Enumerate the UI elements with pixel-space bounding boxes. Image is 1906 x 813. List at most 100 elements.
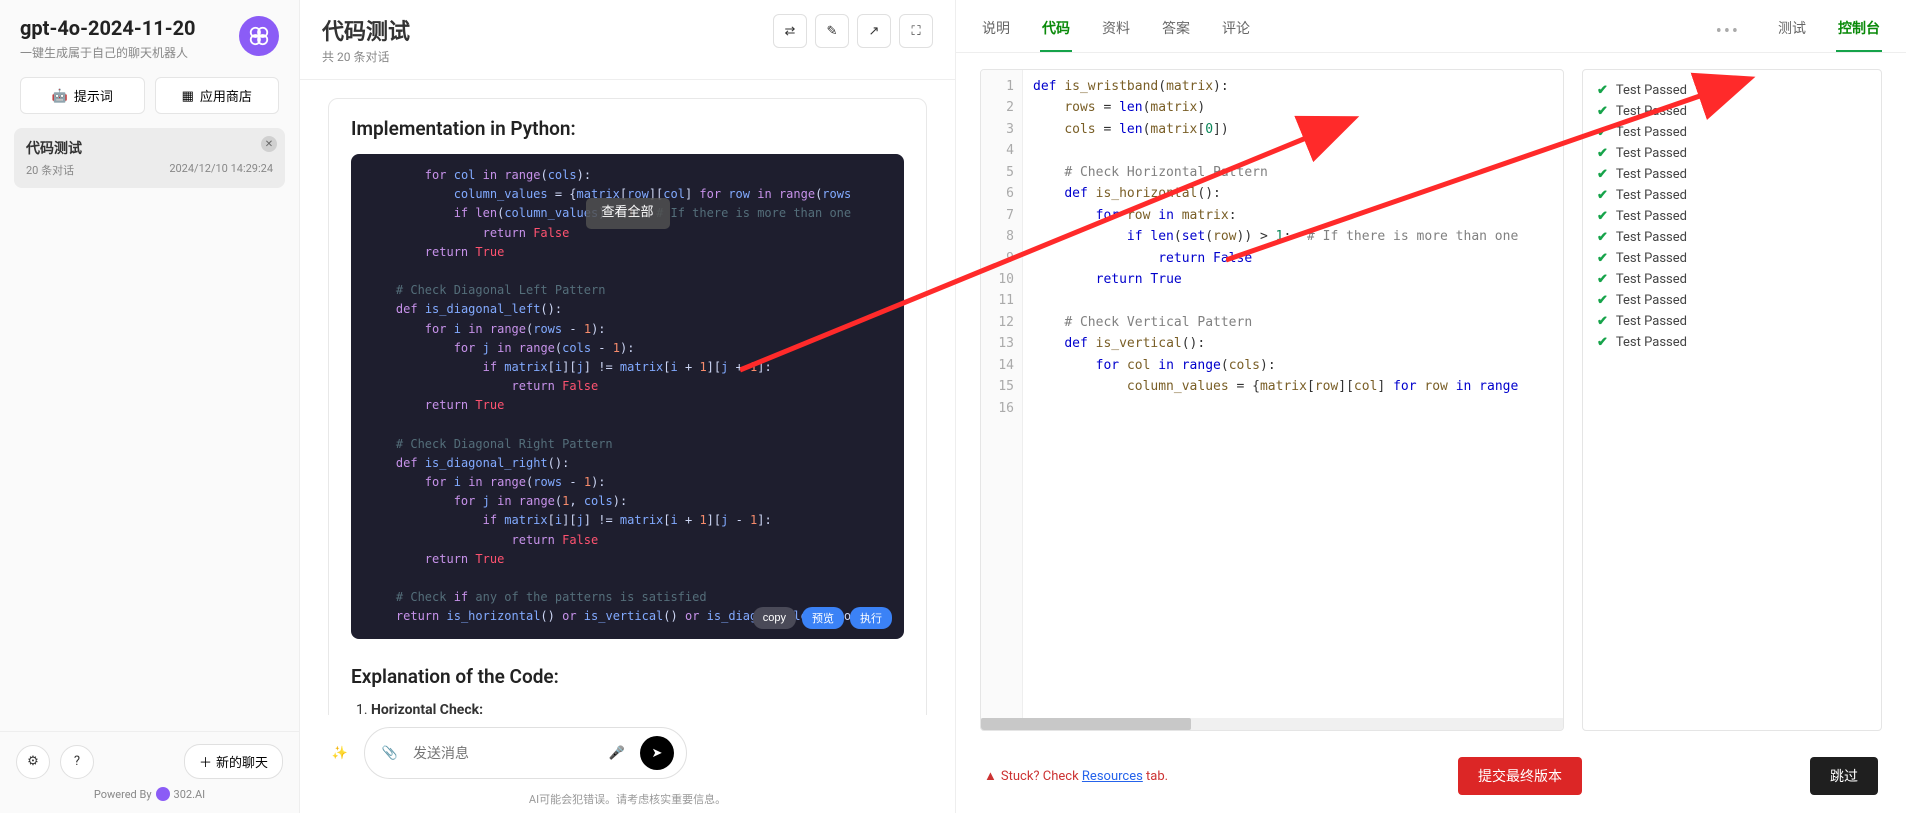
test-result-line: ✔Test Passed (1597, 290, 1867, 311)
conversation-count: 20 条对话 (26, 162, 74, 178)
test-result-line: ✔Test Passed (1597, 227, 1867, 248)
swap-icon: ⇄ (785, 24, 796, 39)
magic-button[interactable]: ✨ (322, 735, 358, 771)
tab-答案[interactable]: 答案 (1160, 10, 1192, 52)
test-result-line: ✔Test Passed (1597, 248, 1867, 269)
pencil-icon: ✎ (827, 24, 838, 39)
test-result-line: ✔Test Passed (1597, 269, 1867, 290)
check-icon: ✔ (1597, 104, 1608, 119)
message-card: Implementation in Python: 查看全部 for col i… (328, 98, 927, 715)
send-icon: ➤ (652, 746, 663, 761)
submit-button[interactable]: 提交最终版本 (1458, 757, 1582, 795)
run-button[interactable]: 执行 (850, 607, 892, 629)
stuck-hint: ▲ Stuck? Check Resources tab. (984, 768, 1168, 784)
horizontal-scrollbar[interactable] (981, 718, 1563, 730)
implementation-heading: Implementation in Python: (351, 117, 904, 140)
line-gutter: 1 2 3 4 5 6 7 8 9 10 11 12 13 14 15 16 (981, 70, 1023, 718)
conversation-title: 代码测试 (26, 138, 273, 158)
tab-测试[interactable]: 测试 (1776, 10, 1808, 52)
editor-panel: 说明代码资料答案评论 ••• 测试控制台 1 2 3 4 5 6 7 8 9 1… (956, 0, 1906, 813)
brand-badge-icon (156, 787, 170, 801)
robot-icon: 🤖 (52, 88, 68, 104)
chat-subtitle: 共 20 条对话 (322, 48, 410, 65)
close-icon[interactable]: ✕ (261, 136, 277, 152)
send-button[interactable]: ➤ (640, 736, 674, 770)
view-all-button[interactable]: 查看全部 (585, 198, 669, 229)
explanation-heading: Explanation of the Code: (351, 665, 904, 688)
model-subtitle: 一键生成属于自己的聊天机器人 (20, 44, 239, 61)
sparkle-icon: ✨ (332, 746, 348, 761)
attachment-button[interactable]: 📎 (377, 740, 403, 766)
scroll-thumb[interactable] (981, 718, 1191, 730)
swap-button[interactable]: ⇄ (773, 14, 807, 48)
gear-icon: ⚙ (27, 754, 39, 769)
test-result-line: ✔Test Passed (1597, 164, 1867, 185)
prompt-button[interactable]: 🤖提示词 (20, 77, 145, 114)
tab-资料[interactable]: 资料 (1100, 10, 1132, 52)
tab-评论[interactable]: 评论 (1220, 10, 1252, 52)
model-name: gpt-4o-2024-11-20 (20, 16, 239, 40)
check-icon: ✔ (1597, 83, 1608, 98)
tab-控制台[interactable]: 控制台 (1836, 10, 1882, 52)
test-result-line: ✔Test Passed (1597, 80, 1867, 101)
skip-button[interactable]: 跳过 (1810, 757, 1878, 795)
check-icon: ✔ (1597, 314, 1608, 329)
powered-by: Powered By 302.AI (16, 787, 283, 801)
chat-panel: 代码测试 共 20 条对话 ⇄ ✎ ↗ ⛶ Implementation in … (300, 0, 956, 813)
expand-button[interactable]: ⛶ (899, 14, 933, 48)
check-icon: ✔ (1597, 188, 1608, 203)
check-icon: ✔ (1597, 335, 1608, 350)
tab-说明[interactable]: 说明 (980, 10, 1012, 52)
conversation-item[interactable]: ✕ 代码测试 20 条对话 2024/12/10 14:29:24 (14, 128, 285, 188)
grid-icon: ▦ (182, 88, 194, 104)
editor-code[interactable]: def is_wristband(matrix): rows = len(mat… (1023, 70, 1563, 718)
mic-icon: 🎤 (609, 746, 625, 761)
help-button[interactable]: ? (60, 745, 94, 779)
test-result-line: ✔Test Passed (1597, 185, 1867, 206)
warning-icon: ▲ (984, 768, 997, 784)
edit-button[interactable]: ✎ (815, 14, 849, 48)
explanation-list: Horizontal Check: (351, 702, 904, 716)
chat-title: 代码测试 (322, 14, 410, 46)
check-icon: ✔ (1597, 272, 1608, 287)
test-result-line: ✔Test Passed (1597, 311, 1867, 332)
code-editor[interactable]: 1 2 3 4 5 6 7 8 9 10 11 12 13 14 15 16 d… (980, 69, 1564, 731)
mic-button[interactable]: 🎤 (604, 740, 630, 766)
plus-icon: ＋ (199, 752, 212, 771)
test-result-line: ✔Test Passed (1597, 206, 1867, 227)
expand-icon: ⛶ (911, 24, 920, 39)
explanation-item: Horizontal Check: (371, 702, 483, 716)
check-icon: ✔ (1597, 146, 1608, 161)
settings-button[interactable]: ⚙ (16, 745, 50, 779)
check-icon: ✔ (1597, 209, 1608, 224)
test-result-line: ✔Test Passed (1597, 332, 1867, 353)
chat-input-bar: 📎 🎤 ➤ (364, 727, 687, 779)
tab-代码[interactable]: 代码 (1040, 10, 1072, 52)
python-code: for col in range(cols): column_values = … (367, 166, 888, 627)
test-result-line: ✔Test Passed (1597, 143, 1867, 164)
share-icon: ↗ (869, 24, 880, 39)
check-icon: ✔ (1597, 230, 1608, 245)
disclaimer: AI可能会犯错误。请考虑核实重要信息。 (300, 785, 955, 813)
app-logo (239, 16, 279, 56)
conversation-time: 2024/12/10 14:29:24 (169, 162, 273, 178)
check-icon: ✔ (1597, 293, 1608, 308)
sidebar: gpt-4o-2024-11-20 一键生成属于自己的聊天机器人 🤖提示词 ▦应… (0, 0, 300, 813)
app-store-button[interactable]: ▦应用商店 (155, 77, 280, 114)
test-result-line: ✔Test Passed (1597, 101, 1867, 122)
share-button[interactable]: ↗ (857, 14, 891, 48)
test-results: ✔Test Passed✔Test Passed✔Test Passed✔Tes… (1582, 69, 1882, 731)
message-input[interactable] (413, 745, 594, 761)
preview-button[interactable]: 预览 (802, 607, 844, 629)
check-icon: ✔ (1597, 125, 1608, 140)
help-icon: ? (74, 754, 80, 769)
more-button[interactable]: ••• (1708, 21, 1748, 42)
code-block: 查看全部 for col in range(cols): column_valu… (351, 154, 904, 639)
new-chat-button[interactable]: ＋新的聊天 (184, 744, 283, 779)
copy-button[interactable]: copy (753, 607, 796, 629)
paperclip-icon: 📎 (382, 746, 398, 761)
test-result-line: ✔Test Passed (1597, 122, 1867, 143)
check-icon: ✔ (1597, 251, 1608, 266)
check-icon: ✔ (1597, 167, 1608, 182)
resources-link[interactable]: Resources (1082, 769, 1143, 784)
